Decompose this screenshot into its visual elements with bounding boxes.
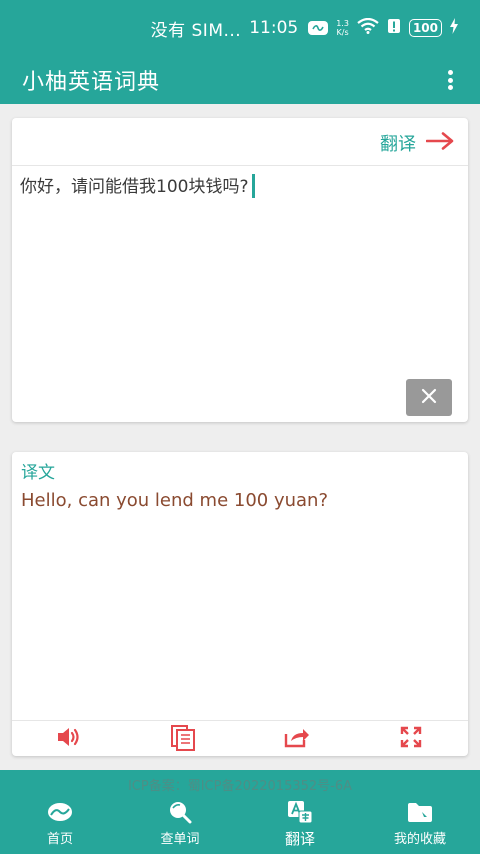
battery-indicator: 100	[408, 19, 442, 37]
app-bar: 小柚英语词典	[0, 56, 480, 104]
folder-icon	[406, 800, 434, 824]
speaker-icon	[56, 726, 82, 752]
translated-text: Hello, can you lend me 100 yuan?	[21, 490, 329, 511]
arrow-right-icon	[425, 132, 454, 154]
translate-button[interactable]: 翻译	[380, 128, 454, 158]
translate-icon	[286, 800, 314, 824]
nav-item-home[interactable]: 首页	[0, 800, 120, 854]
nav-item-search[interactable]: 查单词	[120, 800, 240, 854]
app-root: 没有 SIM... 11:05 1.3 K/s 100 小柚英语词典 翻译 你好…	[0, 0, 480, 854]
nav-item-label: 查单词	[160, 832, 200, 847]
copy-button[interactable]	[153, 724, 213, 754]
carrier-text: 没有 SIM...	[150, 20, 242, 41]
fullscreen-icon	[400, 726, 422, 752]
fullscreen-button[interactable]	[381, 724, 441, 754]
alert-icon	[387, 18, 401, 39]
divider	[12, 165, 468, 166]
home-icon	[46, 800, 74, 824]
status-bar: 没有 SIM... 11:05 1.3 K/s 100	[0, 0, 480, 56]
share-button[interactable]	[267, 724, 327, 754]
nav-item-label: 翻译	[284, 830, 315, 848]
app-title: 小柚英语词典	[22, 70, 161, 95]
app-notification-icon	[308, 21, 329, 35]
source-text-value: 你好，请问能借我100块钱吗?	[20, 177, 249, 197]
speed-unit: K/s	[336, 28, 349, 37]
clock: 11:05	[249, 18, 299, 38]
search-icon	[166, 800, 194, 824]
translate-button-label: 翻译	[380, 134, 416, 155]
divider	[12, 720, 468, 721]
icp-record: ICP备案：蜀ICP备2022015352号-6A	[127, 779, 353, 794]
speak-button[interactable]	[39, 724, 99, 754]
bottom-navigation: ICP备案：蜀ICP备2022015352号-6A 首页 查单词 翻译 我的收藏	[0, 770, 480, 854]
text-caret	[252, 174, 256, 198]
nav-items: 首页 查单词 翻译 我的收藏	[0, 800, 480, 854]
nav-item-label: 我的收藏	[393, 832, 446, 847]
close-icon	[421, 388, 437, 408]
source-text-input[interactable]: 你好，请问能借我100块钱吗?	[20, 174, 456, 374]
more-vert-icon[interactable]	[440, 68, 460, 92]
source-input-card: 翻译 你好，请问能借我100块钱吗?	[12, 118, 468, 422]
wifi-icon	[357, 17, 379, 39]
share-icon	[284, 726, 310, 752]
nav-item-label: 首页	[46, 832, 73, 847]
nav-item-translate[interactable]: 翻译	[240, 800, 360, 854]
output-action-bar	[12, 722, 468, 756]
nav-item-favorites[interactable]: 我的收藏	[360, 800, 480, 854]
clear-button[interactable]	[406, 379, 452, 416]
copy-icon	[169, 723, 197, 755]
speed-value: 1.3	[336, 19, 349, 28]
charging-icon	[450, 17, 458, 39]
network-speed: 1.3 K/s	[336, 19, 349, 37]
output-label: 译文	[21, 463, 55, 483]
translation-output-card: 译文 Hello, can you lend me 100 yuan?	[12, 452, 468, 756]
